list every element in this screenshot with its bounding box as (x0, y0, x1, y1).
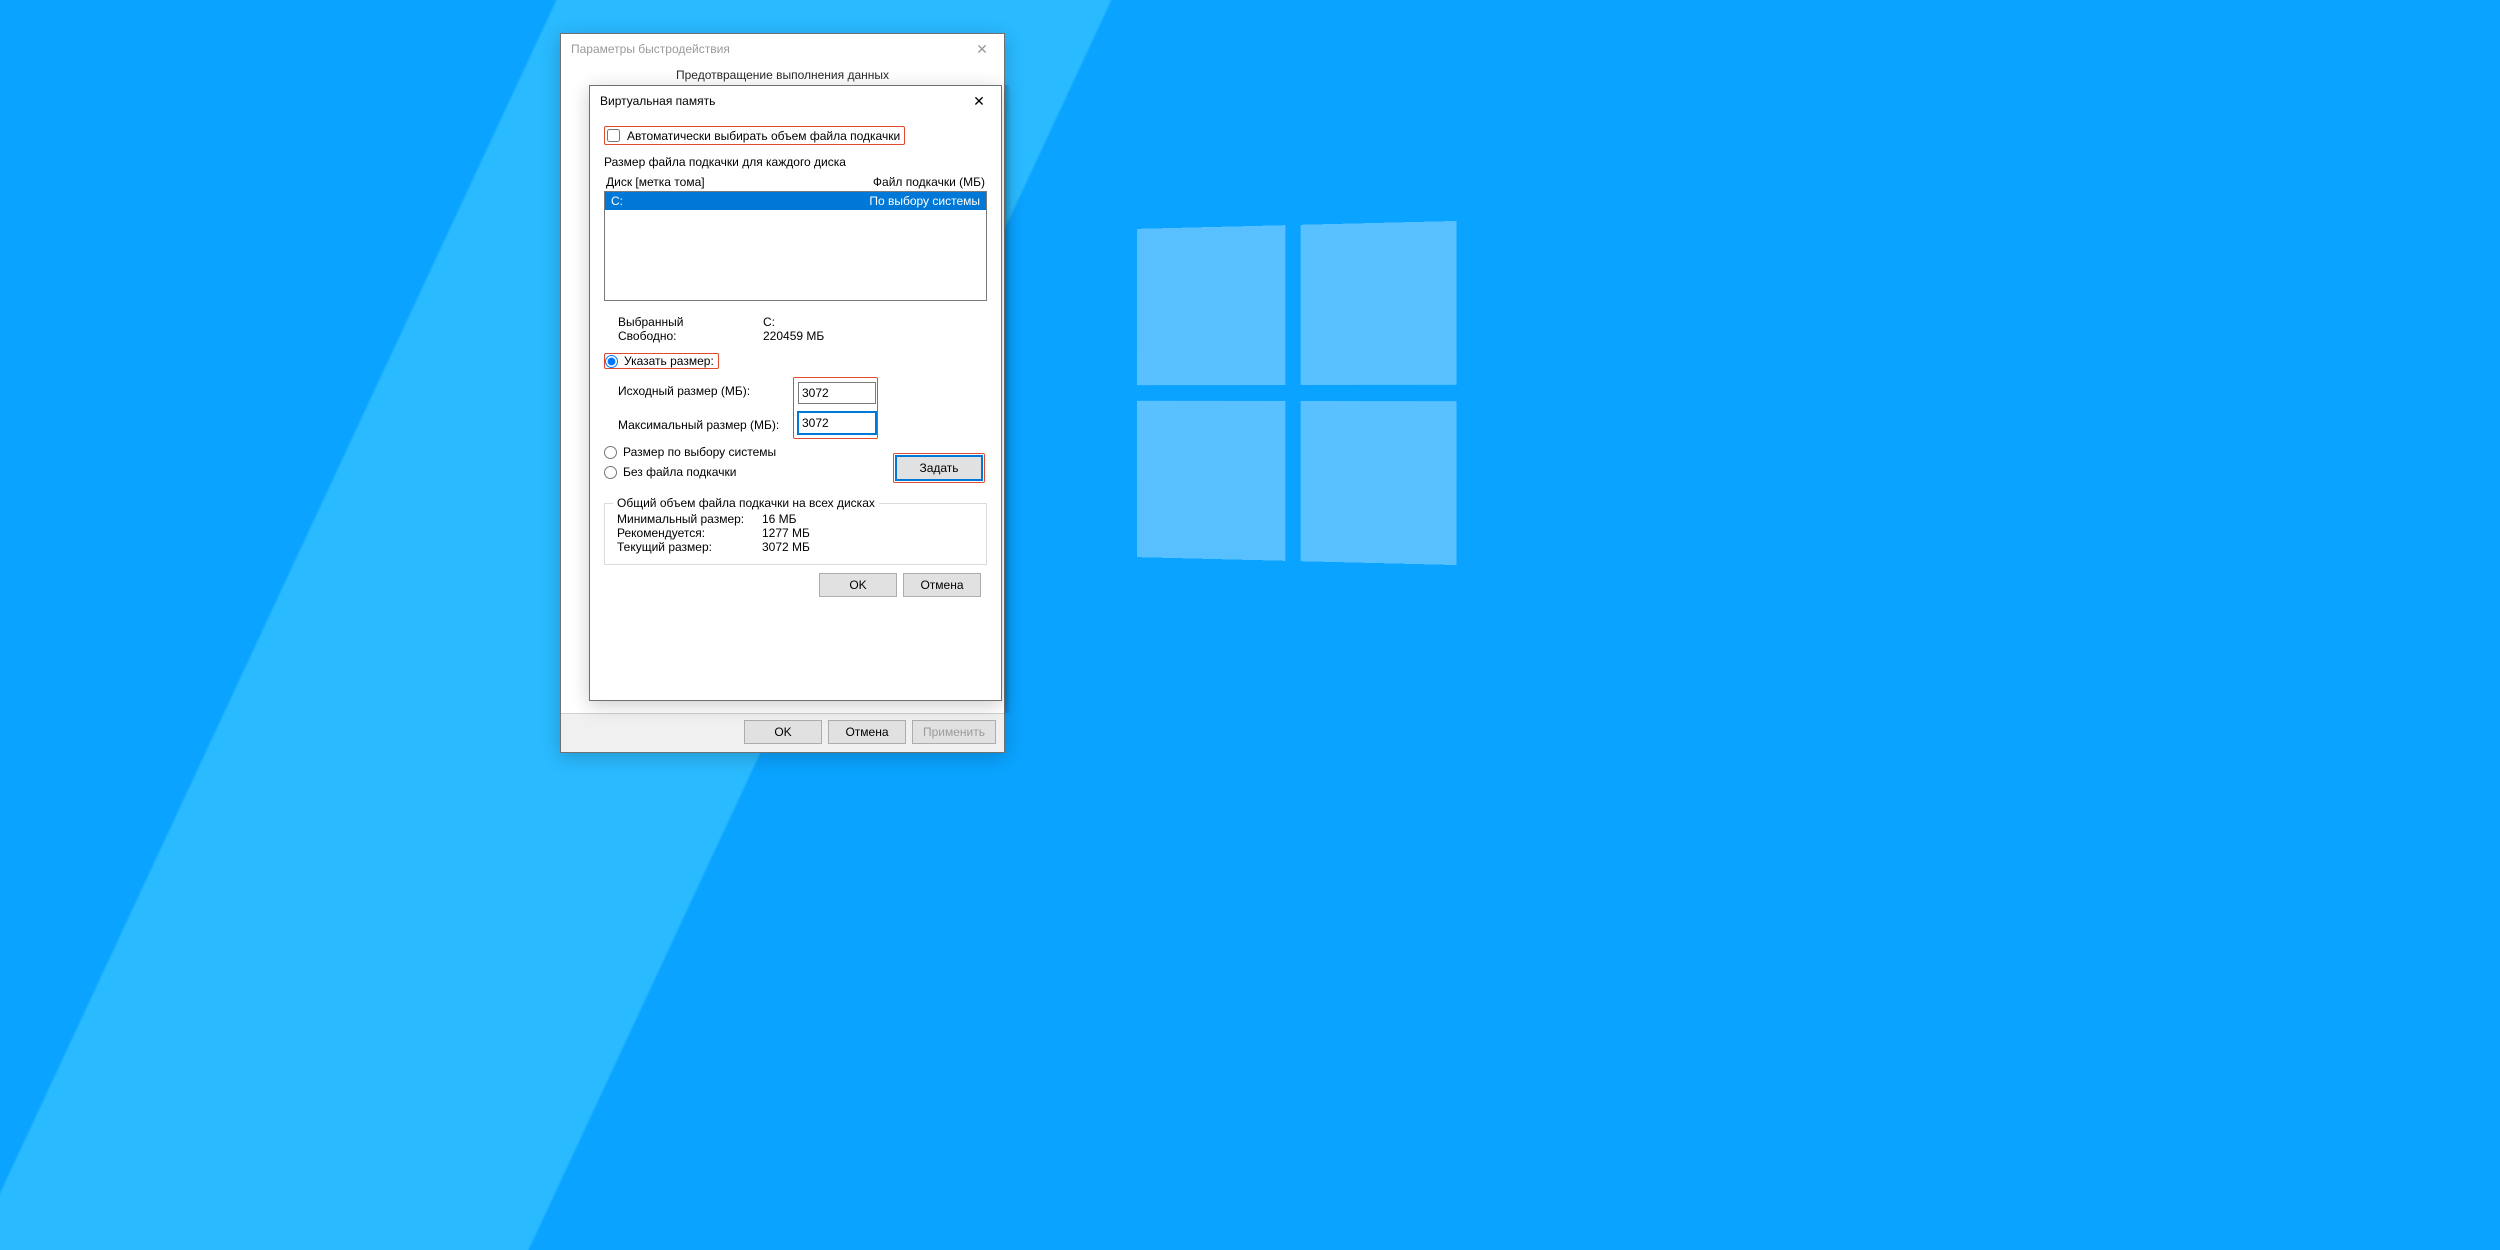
titlebar-virtual-memory: Виртуальная память ✕ (590, 86, 1001, 116)
windows-logo (1137, 221, 1457, 565)
cancel-button[interactable]: Отмена (828, 720, 906, 744)
close-icon[interactable]: ✕ (963, 89, 995, 113)
set-button[interactable]: Задать (896, 456, 982, 480)
initial-size-label: Исходный размер (МБ): (618, 384, 793, 398)
radio-custom-size-label: Указать размер: (624, 354, 714, 368)
cancel-button[interactable]: Отмена (903, 573, 981, 597)
size-inputs-highlight (793, 377, 878, 439)
set-button-highlight: Задать (893, 453, 985, 483)
disk-pagefile: По выбору системы (869, 194, 980, 208)
radio-no-pagefile[interactable] (604, 466, 617, 479)
radio-system-managed-row[interactable]: Размер по выбору системы (604, 445, 780, 459)
tab-dep[interactable]: Предотвращение выполнения данных (569, 68, 996, 82)
free-space-row: Свободно: 220459 МБ (618, 329, 987, 343)
close-icon[interactable]: ✕ (966, 37, 998, 61)
auto-manage-checkbox-row[interactable]: Автоматически выбирать объем файла подка… (604, 126, 905, 145)
disk-row[interactable]: C: По выбору системы (605, 192, 986, 210)
disk-letter: C: (611, 194, 623, 208)
radio-system-managed-label: Размер по выбору системы (623, 445, 776, 459)
min-size-value: 16 МБ (762, 512, 797, 526)
selected-drive-value: C: (763, 315, 775, 329)
ok-button[interactable]: OK (819, 573, 897, 597)
auto-manage-checkbox[interactable] (607, 129, 620, 142)
free-space-label: Свободно: (618, 329, 763, 343)
disk-list[interactable]: C: По выбору системы (604, 191, 987, 301)
min-size-label: Минимальный размер: (617, 512, 762, 526)
cur-size-value: 3072 МБ (762, 540, 810, 554)
apply-button[interactable]: Применить (912, 720, 996, 744)
cur-size-label: Текущий размер: (617, 540, 762, 554)
radio-custom-size[interactable] (605, 355, 618, 368)
window-title: Виртуальная память (600, 94, 715, 108)
selected-drive-label: Выбранный (618, 315, 763, 329)
totals-groupbox: Общий объем файла подкачки на всех диска… (604, 503, 987, 565)
max-size-input[interactable] (798, 412, 876, 434)
ok-button[interactable]: OK (744, 720, 822, 744)
per-drive-label: Размер файла подкачки для каждого диска (604, 155, 987, 169)
free-space-value: 220459 МБ (763, 329, 824, 343)
max-size-label: Максимальный размер (МБ): (618, 418, 793, 432)
radio-no-pagefile-row[interactable]: Без файла подкачки (604, 465, 740, 479)
disk-list-header: Диск [метка тома] Файл подкачки (МБ) (604, 173, 987, 189)
window-title: Параметры быстродействия (571, 42, 730, 56)
radio-custom-size-row[interactable]: Указать размер: (604, 353, 719, 369)
initial-size-input[interactable] (798, 382, 876, 404)
dialog-button-row: OK Отмена (604, 565, 987, 601)
radio-system-managed[interactable] (604, 446, 617, 459)
totals-title: Общий объем файла подкачки на всех диска… (613, 496, 879, 510)
parent-button-row: OK Отмена Применить (561, 713, 1004, 752)
selected-drive-row: Выбранный C: (618, 315, 987, 329)
auto-manage-label: Автоматически выбирать объем файла подка… (627, 129, 900, 143)
virtual-memory-dialog: Виртуальная память ✕ Автоматически выбир… (589, 85, 1002, 701)
col-drive: Диск [метка тома] (606, 175, 705, 189)
rec-size-value: 1277 МБ (762, 526, 810, 540)
col-pagefile: Файл подкачки (МБ) (873, 175, 985, 189)
rec-size-label: Рекомендуется: (617, 526, 762, 540)
radio-no-pagefile-label: Без файла подкачки (623, 465, 736, 479)
titlebar-performance-options: Параметры быстродействия ✕ (561, 34, 1004, 64)
